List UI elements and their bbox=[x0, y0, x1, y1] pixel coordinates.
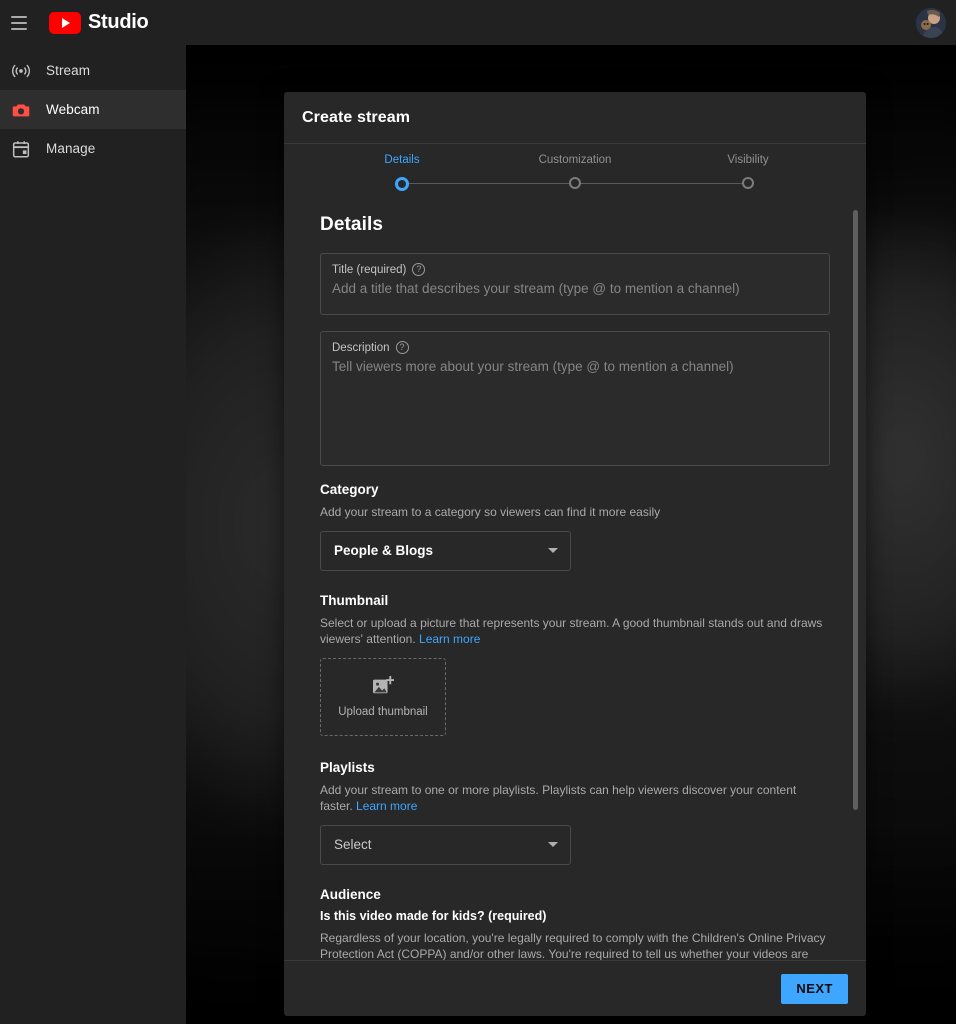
step-label-customization[interactable]: Customization bbox=[527, 154, 623, 166]
next-button[interactable]: NEXT bbox=[781, 973, 848, 1004]
sidebar-item-label: Webcam bbox=[46, 102, 100, 117]
playlists-help-text-row: Add your stream to one or more playlists… bbox=[320, 782, 830, 815]
youtube-logo-icon bbox=[49, 11, 81, 34]
thumbnail-learn-more-link[interactable]: Learn more bbox=[419, 632, 480, 646]
title-input[interactable]: Title (required) ? Add a title that desc… bbox=[320, 253, 830, 315]
section-title-details: Details bbox=[320, 214, 384, 235]
playlists-heading: Playlists bbox=[320, 759, 375, 775]
sidebar-item-manage[interactable]: Manage bbox=[0, 129, 186, 168]
step-dot-customization[interactable] bbox=[569, 177, 581, 189]
dialog-scrollbar-thumb[interactable] bbox=[853, 210, 858, 810]
upload-thumbnail-label: Upload thumbnail bbox=[338, 705, 428, 718]
user-avatar[interactable] bbox=[916, 7, 946, 38]
thumbnail-heading: Thumbnail bbox=[320, 592, 389, 608]
audience-question: Is this video made for kids? (required) bbox=[320, 908, 547, 923]
sidebar-item-label: Stream bbox=[46, 63, 91, 78]
upload-thumbnail-button[interactable]: Upload thumbnail bbox=[320, 657, 446, 736]
thumbnail-help-text-row: Select or upload a picture that represen… bbox=[320, 615, 830, 648]
left-sidebar: Stream Webcam Manage bbox=[0, 45, 186, 1024]
brand-label: Studio bbox=[88, 11, 149, 33]
help-circle-icon[interactable]: ? bbox=[395, 341, 409, 354]
audience-body-text: Regardless of your location, you're lega… bbox=[320, 930, 826, 961]
hamburger-menu-icon[interactable] bbox=[7, 11, 31, 35]
add-image-icon bbox=[372, 675, 395, 701]
calendar-icon bbox=[9, 137, 33, 161]
title-field-label: Title (required) bbox=[332, 263, 407, 276]
description-field-label: Description bbox=[332, 341, 390, 354]
sidebar-item-stream[interactable]: Stream bbox=[0, 51, 186, 90]
title-field-label-row: Title (required) ? bbox=[332, 263, 818, 276]
create-stream-dialog: Create stream Details Customization Visi… bbox=[284, 92, 866, 1016]
studio-brand-link[interactable]: Studio bbox=[49, 11, 149, 34]
dialog-title: Create stream bbox=[302, 108, 411, 126]
dialog-footer: NEXT bbox=[284, 960, 866, 1016]
help-circle-icon[interactable]: ? bbox=[412, 263, 426, 276]
youtube-studio-webcam-page: Studio Stream Webcam Manage Create strea… bbox=[0, 0, 956, 1024]
category-selected-value: People & Blogs bbox=[334, 543, 434, 558]
audience-body-row: Regardless of your location, you're lega… bbox=[320, 930, 830, 961]
step-dot-visibility[interactable] bbox=[742, 177, 754, 189]
step-dot-details[interactable] bbox=[395, 177, 409, 191]
step-label-details[interactable]: Details bbox=[354, 154, 450, 166]
description-field-label-row: Description ? bbox=[332, 341, 818, 354]
category-heading: Category bbox=[320, 482, 379, 497]
thumbnail-help-text: Select or upload a picture that represen… bbox=[320, 615, 823, 647]
playlists-learn-more-link[interactable]: Learn more bbox=[356, 799, 417, 813]
title-placeholder: Add a title that describes your stream (… bbox=[332, 281, 740, 296]
top-bar: Studio bbox=[0, 0, 956, 45]
sidebar-item-label: Manage bbox=[46, 141, 96, 156]
dialog-header: Create stream bbox=[284, 92, 866, 144]
dialog-body: Details Title (required) ? Add a title t… bbox=[284, 196, 866, 960]
chevron-down-icon bbox=[548, 548, 558, 553]
step-label-visibility[interactable]: Visibility bbox=[700, 154, 796, 166]
playlists-select[interactable]: Select bbox=[320, 824, 571, 865]
description-placeholder: Tell viewers more about your stream (typ… bbox=[332, 359, 734, 374]
playlists-selected-value: Select bbox=[334, 837, 372, 852]
category-help-text: Add your stream to a category so viewers… bbox=[320, 505, 661, 519]
sidebar-item-webcam[interactable]: Webcam bbox=[0, 90, 186, 129]
stepper: Details Customization Visibility bbox=[284, 144, 866, 196]
category-select[interactable]: People & Blogs bbox=[320, 530, 571, 571]
audience-heading: Audience bbox=[320, 886, 381, 902]
description-input[interactable]: Description ? Tell viewers more about yo… bbox=[320, 331, 830, 466]
broadcast-icon bbox=[9, 59, 33, 83]
camera-icon bbox=[9, 98, 33, 122]
chevron-down-icon bbox=[548, 842, 558, 847]
